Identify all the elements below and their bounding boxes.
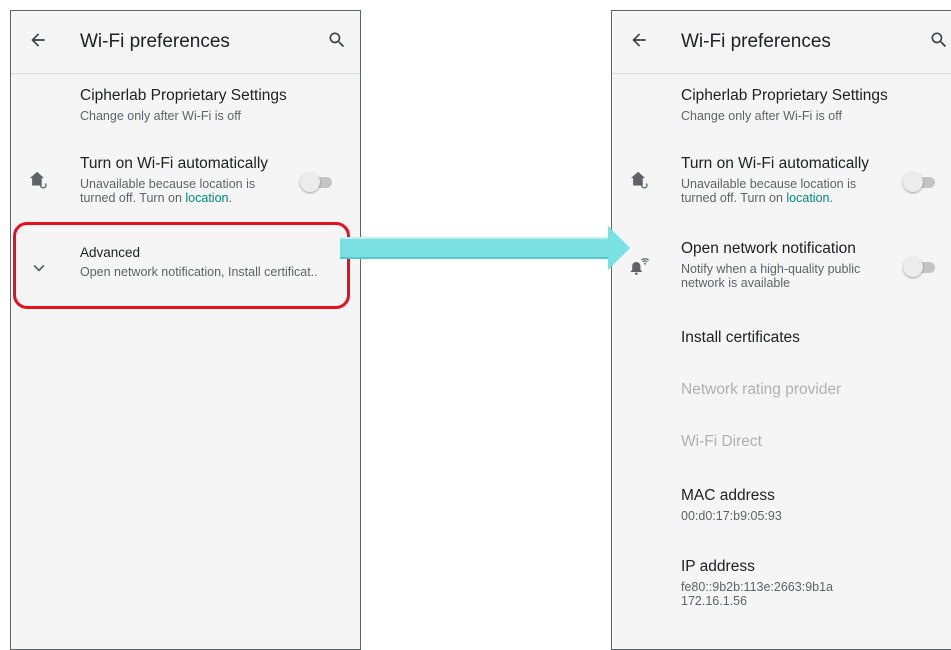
notification-wifi-icon (630, 258, 650, 275)
home-wifi-icon (29, 171, 47, 189)
toggle-thumb (300, 172, 320, 192)
page-title: Wi-Fi preferences (681, 31, 831, 52)
mac-address-item: MAC address 00:d0:17:b9:05:93 (612, 485, 951, 533)
item-title: IP address (681, 558, 755, 575)
location-link[interactable]: location (185, 191, 228, 205)
mac-address-value: 00:d0:17:b9:05:93 (681, 509, 782, 523)
app-bar: Wi-Fi preferences (11, 11, 360, 74)
auto-wifi-toggle[interactable] (903, 172, 937, 192)
summary-prefix: turned off. Turn on (681, 191, 787, 205)
ip-address-value-1: fe80::9b2b:113e:2663:9b1a (681, 580, 833, 594)
item-summary: Change only after Wi-Fi is off (80, 109, 241, 123)
item-title: Open network notification (681, 240, 856, 257)
page-title: Wi-Fi preferences (80, 31, 230, 52)
item-title: Turn on Wi-Fi automatically (80, 155, 269, 172)
item-title: Cipherlab Proprietary Settings (80, 87, 287, 104)
right-arrow-icon (340, 226, 630, 270)
wifi-direct-item: Wi-Fi Direct (612, 425, 951, 465)
toggle-thumb (903, 172, 923, 192)
install-certificates-item[interactable]: Install certificates (612, 319, 951, 359)
search-icon[interactable] (929, 30, 949, 50)
summary-suffix: . (228, 191, 232, 205)
ip-address-value-2: 172.16.1.56 (681, 594, 748, 608)
item-summary: Change only after Wi-Fi is off (681, 109, 842, 123)
proprietary-settings-item[interactable]: Cipherlab Proprietary Settings Change on… (11, 83, 360, 133)
network-rating-provider-item: Network rating provider (612, 373, 951, 413)
item-title: Cipherlab Proprietary Settings (681, 87, 888, 104)
ip-address-item: IP address fe80::9b2b:113e:2663:9b1a 172… (612, 556, 951, 620)
item-title: Turn on Wi-Fi automatically (681, 155, 870, 172)
summary-line-1: Unavailable because location is (80, 177, 256, 191)
summary-line-2: network is available (681, 276, 791, 290)
item-title: Install certificates (681, 329, 800, 346)
location-link[interactable]: location (786, 191, 829, 205)
arrow-back-icon[interactable] (629, 30, 649, 50)
app-bar: Wi-Fi preferences (612, 11, 951, 74)
item-summary: Unavailable because location is turned o… (80, 177, 255, 205)
arrow-back-icon[interactable] (28, 30, 48, 50)
home-wifi-icon (630, 171, 648, 189)
item-summary: fe80::9b2b:113e:2663:9b1a 172.16.1.56 (681, 580, 833, 608)
item-title: Wi-Fi Direct (681, 433, 762, 450)
auto-wifi-item[interactable]: Turn on Wi-Fi automatically Unavailable … (612, 151, 951, 215)
summary-suffix: . (829, 191, 833, 205)
auto-wifi-toggle[interactable] (300, 172, 334, 192)
summary-line-2: turned off. Turn on location. (80, 191, 255, 205)
proprietary-settings-item[interactable]: Cipherlab Proprietary Settings Change on… (612, 83, 951, 133)
item-summary: Unavailable because location is turned o… (681, 177, 856, 205)
item-title: Network rating provider (681, 381, 842, 398)
search-icon[interactable] (327, 30, 347, 50)
item-title: MAC address (681, 487, 775, 504)
item-summary: Notify when a high-quality public networ… (681, 262, 860, 290)
summary-prefix: turned off. Turn on (80, 191, 186, 205)
open-network-notification-item[interactable]: Open network notification Notify when a … (612, 236, 951, 300)
advanced-highlight-box (13, 222, 350, 309)
summary-line-1: Unavailable because location is (681, 177, 857, 191)
open-network-toggle[interactable] (903, 257, 937, 277)
auto-wifi-item[interactable]: Turn on Wi-Fi automatically Unavailable … (11, 151, 360, 215)
toggle-thumb (903, 257, 923, 277)
left-phone-screen: Wi-Fi preferences Cipherlab Proprietary … (10, 10, 361, 650)
right-phone-screen: Wi-Fi preferences Cipherlab Proprietary … (611, 10, 951, 650)
summary-line-2: turned off. Turn on location. (681, 191, 856, 205)
summary-line-1: Notify when a high-quality public (681, 262, 861, 276)
